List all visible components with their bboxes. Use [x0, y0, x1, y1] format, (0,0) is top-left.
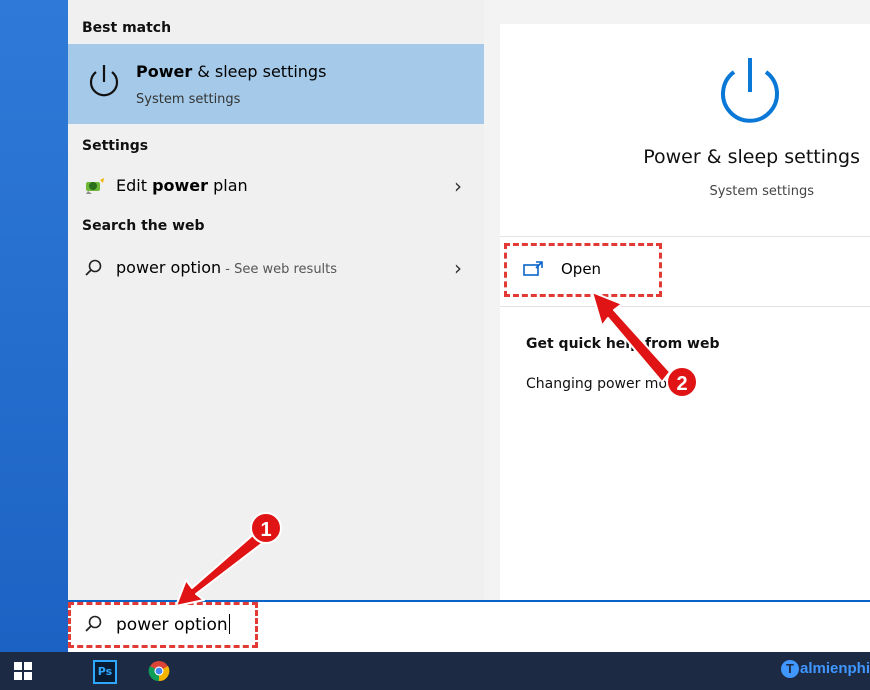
best-match-heading: Best match	[82, 20, 172, 36]
windows-start-icon[interactable]	[14, 662, 32, 684]
search-highlight-box	[68, 602, 258, 648]
best-match-title: Power & sleep settings	[136, 62, 327, 81]
taskbar: Ps Talmienphi	[0, 652, 870, 690]
photoshop-icon[interactable]: Ps	[93, 660, 117, 684]
settings-heading: Settings	[82, 138, 149, 154]
power-plan-icon	[84, 176, 106, 200]
open-label: Open	[561, 260, 602, 278]
app-preview-card: Power & sleep settings System settings	[500, 24, 870, 236]
detail-panel: Power & sleep settings System settings O…	[484, 0, 870, 601]
detail-subtitle: System settings	[709, 184, 814, 199]
web-result-label: power option - See web results	[116, 258, 338, 277]
power-large-icon	[712, 52, 788, 136]
search-web-heading: Search the web	[82, 218, 205, 234]
chrome-icon[interactable]	[148, 660, 170, 686]
chevron-right-icon: ›	[454, 174, 462, 198]
edit-power-plan-label: Edit power plan	[116, 176, 248, 195]
web-result-item[interactable]: power option - See web results ›	[68, 250, 484, 286]
best-match-item[interactable]: Power & sleep settings System settings	[68, 44, 484, 124]
open-action[interactable]: Open	[504, 243, 662, 297]
edit-power-plan-item[interactable]: Edit power plan ›	[68, 168, 484, 204]
help-heading: Get quick help from web	[526, 336, 720, 352]
search-icon	[84, 258, 104, 282]
step-badge-1: 1	[250, 512, 282, 544]
watermark-logo: Talmienphi	[780, 660, 870, 678]
power-icon	[86, 62, 122, 106]
search-results-panel: Best match Power & sleep settings System…	[68, 0, 484, 600]
step-badge-2: 2	[666, 366, 698, 398]
start-rail	[0, 0, 68, 652]
detail-title: Power & sleep settings	[643, 146, 860, 168]
best-match-subtitle: System settings	[136, 92, 241, 107]
chevron-right-icon: ›	[454, 256, 462, 280]
help-link[interactable]: Changing power mode	[526, 376, 685, 392]
open-icon	[523, 261, 545, 281]
